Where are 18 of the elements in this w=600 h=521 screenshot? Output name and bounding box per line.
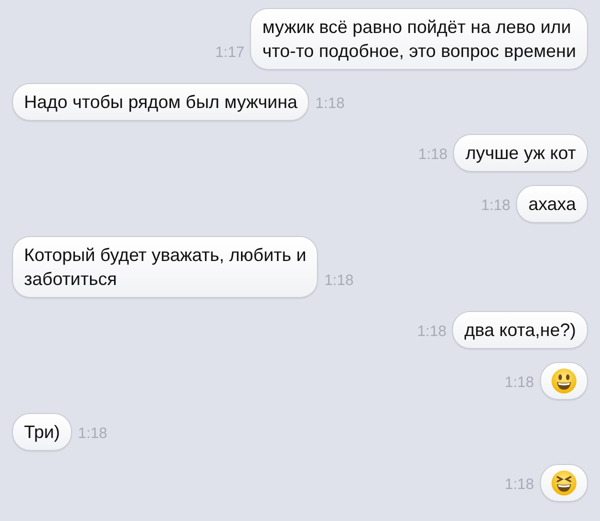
- message-bubble: Надо чтобы рядом был мужчина: [12, 83, 310, 121]
- message-time: 1:18: [417, 322, 446, 342]
- message-bubble: ахаха: [516, 185, 588, 223]
- message-time: 1:17: [215, 42, 244, 62]
- message-time: 1:18: [418, 144, 448, 164]
- message-bubble: Который будет уважать, любить и заботиться: [12, 236, 318, 298]
- message-bubble: лучше уж кот: [453, 134, 588, 172]
- message-time: 1:18: [324, 270, 354, 290]
- message-bubble: мужик всё равно пойдёт на лево или что-то подобное, это вопрос времени: [250, 8, 588, 70]
- message-time: 1:18: [504, 372, 534, 392]
- laughing-face-icon: [551, 470, 577, 496]
- message-time: 1:18: [504, 474, 534, 494]
- message-time: 1:18: [315, 94, 345, 114]
- message-time: 1:18: [481, 196, 510, 216]
- message-bubble: два кота,не?): [452, 311, 588, 349]
- smiley-icon: [551, 368, 577, 394]
- message-bubble: Три): [12, 413, 72, 451]
- message-time: 1:18: [78, 424, 108, 444]
